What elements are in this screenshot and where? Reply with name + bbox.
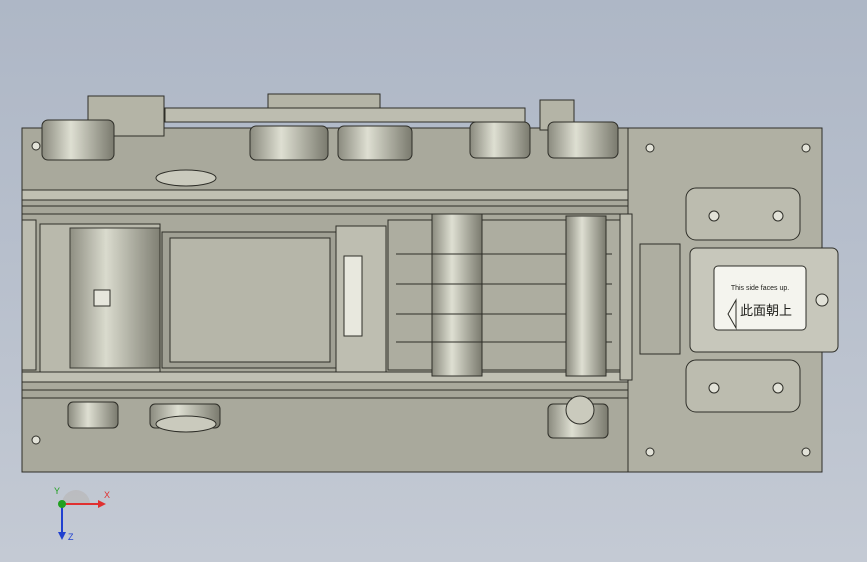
label-line1: This side faces up. [731,285,789,292]
y-label: Y [54,486,60,496]
upper-rail-1 [21,189,629,201]
upper-rail-2 [21,205,629,215]
cad-model[interactable]: This side faces up. 此面朝上 [0,0,867,562]
graphics-viewport[interactable]: This side faces up. 此面朝上 X Y Z [0,0,867,562]
label-line2: 此面朝上 [740,303,792,318]
z-label: Z [68,532,74,542]
top-rail [164,107,526,123]
right-roller [565,215,607,377]
lower-rail-1 [21,371,629,383]
triad-shade [62,490,90,504]
z-arrow-icon [58,532,66,540]
coordinate-triad: X Y Z [54,486,110,542]
lower-rail-2 [21,389,629,399]
main-drum [431,213,483,377]
x-arrow-icon [98,500,106,508]
y-axis-dot [58,500,66,508]
x-label: X [104,490,110,500]
